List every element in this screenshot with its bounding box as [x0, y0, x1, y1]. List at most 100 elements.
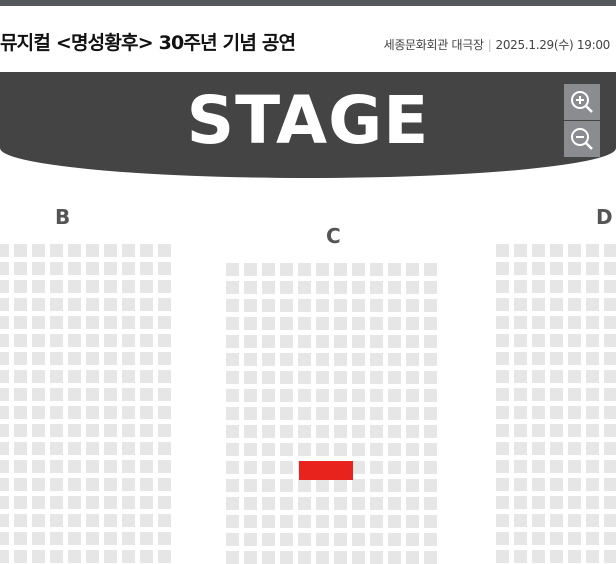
seat-b[interactable] — [0, 406, 9, 419]
seat-c[interactable] — [370, 317, 383, 330]
seat-d[interactable] — [496, 334, 509, 347]
seat-b[interactable] — [86, 334, 99, 347]
seat-b[interactable] — [86, 442, 99, 455]
seat-d[interactable] — [604, 262, 616, 275]
seat-c[interactable] — [244, 425, 257, 438]
seat-d[interactable] — [568, 244, 581, 257]
seat-c[interactable] — [370, 353, 383, 366]
seat-b[interactable] — [140, 388, 153, 401]
seat-b[interactable] — [50, 244, 63, 257]
seat-c[interactable] — [424, 389, 437, 402]
seat-c[interactable] — [316, 443, 329, 456]
seat-b[interactable] — [32, 442, 45, 455]
seat-b[interactable] — [68, 370, 81, 383]
seat-c[interactable] — [424, 335, 437, 348]
seat-b[interactable] — [32, 532, 45, 545]
seat-d[interactable] — [604, 424, 616, 437]
seat-c[interactable] — [352, 371, 365, 384]
seat-b[interactable] — [32, 262, 45, 275]
seat-c[interactable] — [298, 281, 311, 294]
seat-c[interactable] — [262, 263, 275, 276]
seat-b[interactable] — [0, 244, 9, 257]
seat-d[interactable] — [550, 298, 563, 311]
seat-b[interactable] — [50, 550, 63, 563]
seat-b[interactable] — [0, 388, 9, 401]
seat-c[interactable] — [334, 281, 347, 294]
seat-d[interactable] — [604, 244, 616, 257]
seat-b[interactable] — [104, 334, 117, 347]
seat-c[interactable] — [262, 515, 275, 528]
seat-b[interactable] — [68, 298, 81, 311]
seat-d[interactable] — [604, 280, 616, 293]
seat-c[interactable] — [316, 479, 329, 492]
seat-b[interactable] — [122, 550, 135, 563]
seat-b[interactable] — [104, 496, 117, 509]
seat-b[interactable] — [32, 550, 45, 563]
seat-b[interactable] — [14, 316, 27, 329]
seat-d[interactable] — [550, 532, 563, 545]
seat-c[interactable] — [280, 533, 293, 546]
seat-b[interactable] — [158, 280, 171, 293]
seat-c[interactable] — [406, 461, 419, 474]
zoom-out-button[interactable] — [564, 121, 600, 157]
seat-c[interactable] — [280, 281, 293, 294]
seat-c[interactable] — [388, 533, 401, 546]
seat-c[interactable] — [244, 263, 257, 276]
seat-b[interactable] — [104, 352, 117, 365]
seat-c[interactable] — [424, 353, 437, 366]
seat-d[interactable] — [604, 334, 616, 347]
seat-d[interactable] — [568, 298, 581, 311]
seat-c[interactable] — [226, 353, 239, 366]
seat-c[interactable] — [262, 389, 275, 402]
seat-c[interactable] — [298, 407, 311, 420]
seat-c[interactable] — [406, 497, 419, 510]
seat-b[interactable] — [32, 496, 45, 509]
seat-b[interactable] — [104, 370, 117, 383]
seat-c[interactable] — [280, 353, 293, 366]
seat-c[interactable] — [244, 497, 257, 510]
seat-c[interactable] — [298, 389, 311, 402]
seat-b[interactable] — [86, 388, 99, 401]
seat-b[interactable] — [68, 280, 81, 293]
seat-d[interactable] — [496, 388, 509, 401]
seat-c[interactable] — [352, 479, 365, 492]
seat-b[interactable] — [0, 316, 9, 329]
seat-b[interactable] — [0, 262, 9, 275]
seat-b[interactable] — [158, 496, 171, 509]
seat-d[interactable] — [604, 532, 616, 545]
seat-d[interactable] — [532, 298, 545, 311]
seat-c[interactable] — [298, 353, 311, 366]
seat-d[interactable] — [514, 496, 527, 509]
seat-b[interactable] — [86, 424, 99, 437]
seat-d[interactable] — [550, 514, 563, 527]
seat-d[interactable] — [568, 514, 581, 527]
seat-b[interactable] — [86, 406, 99, 419]
seat-c[interactable] — [424, 263, 437, 276]
seat-d[interactable] — [532, 370, 545, 383]
seat-b[interactable] — [86, 316, 99, 329]
seat-b[interactable] — [50, 460, 63, 473]
seat-c[interactable] — [262, 317, 275, 330]
seat-b[interactable] — [140, 334, 153, 347]
seat-d[interactable] — [514, 460, 527, 473]
seat-c[interactable] — [406, 425, 419, 438]
seat-c[interactable] — [280, 515, 293, 528]
seat-c[interactable] — [226, 497, 239, 510]
seat-c[interactable] — [316, 407, 329, 420]
seat-b[interactable] — [0, 298, 9, 311]
seat-c[interactable] — [406, 281, 419, 294]
seat-d[interactable] — [550, 244, 563, 257]
seat-c[interactable] — [262, 353, 275, 366]
seat-b[interactable] — [86, 550, 99, 563]
seat-c[interactable] — [226, 281, 239, 294]
seat-d[interactable] — [568, 550, 581, 563]
seat-d[interactable] — [532, 478, 545, 491]
seat-b[interactable] — [0, 460, 9, 473]
seat-b[interactable] — [104, 388, 117, 401]
seat-b[interactable] — [158, 370, 171, 383]
seat-c[interactable] — [226, 533, 239, 546]
seat-c[interactable] — [424, 515, 437, 528]
seat-c[interactable] — [406, 335, 419, 348]
seat-c[interactable] — [298, 533, 311, 546]
seat-b[interactable] — [68, 244, 81, 257]
